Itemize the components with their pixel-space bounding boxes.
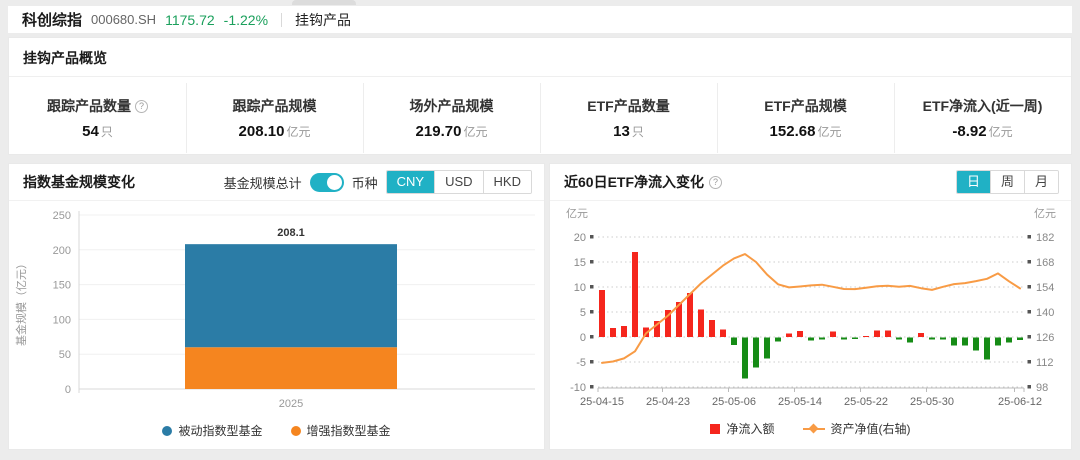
- currency-label: 币种: [352, 173, 378, 192]
- svg-text:154: 154: [1036, 282, 1054, 294]
- svg-text:25-05-22: 25-05-22: [844, 396, 888, 408]
- header-divider: [281, 13, 282, 27]
- currency-hkd-button[interactable]: HKD: [483, 171, 531, 193]
- legend-net-inflow[interactable]: 净流入额: [710, 420, 774, 437]
- help-icon[interactable]: ?: [709, 176, 722, 189]
- stat-etf-scale: ETF产品规模 152.68亿元: [717, 79, 894, 157]
- toggle-knob: [327, 175, 342, 190]
- svg-text:208.1: 208.1: [277, 227, 305, 239]
- right-chart-title: 近60日ETF净流入变化: [564, 172, 704, 192]
- svg-text:亿元: 亿元: [1034, 207, 1056, 220]
- stat-etf-count: ETF产品数量 13只: [540, 79, 717, 157]
- period-month-button[interactable]: 月: [1024, 171, 1058, 193]
- overview-title: 挂钩产品概览: [9, 38, 1071, 76]
- period-week-button[interactable]: 周: [990, 171, 1024, 193]
- currency-usd-button[interactable]: USD: [434, 171, 482, 193]
- period-switcher: 日 周 月: [956, 170, 1059, 194]
- left-chart-legend: 被动指数型基金 增强指数型基金: [9, 422, 544, 439]
- linked-products-overview-panel: 挂钩产品概览 跟踪产品数量? 54只 跟踪产品规模 208.10亿元 场外产品规…: [8, 37, 1072, 155]
- svg-text:98: 98: [1036, 382, 1048, 394]
- svg-text:25-05-06: 25-05-06: [712, 396, 756, 408]
- etf-net-inflow-chart: 亿元 亿元 20 15 10 5 0 -5 -10 182 168 154 140 126 112 98 25-…: [550, 201, 1071, 413]
- divider: [9, 76, 1071, 77]
- svg-text:250: 250: [53, 210, 71, 222]
- currency-switcher: CNY USD HKD: [386, 170, 532, 194]
- svg-text:10: 10: [574, 282, 586, 294]
- svg-text:112: 112: [1036, 357, 1054, 369]
- stat-etf-net-inflow-week: ETF净流入(近一周) -8.92亿元: [894, 79, 1071, 157]
- index-change: -1.22%: [224, 12, 268, 28]
- legend-passive-index-fund[interactable]: 被动指数型基金: [162, 422, 262, 439]
- help-icon[interactable]: ?: [135, 100, 148, 113]
- legend-dot-blue: [162, 426, 172, 436]
- svg-text:126: 126: [1036, 332, 1054, 344]
- index-name: 科创综指: [22, 9, 82, 30]
- svg-text:20: 20: [574, 232, 586, 244]
- legend-dot-orange: [291, 426, 301, 436]
- legend-nav-right-axis[interactable]: 资产净值(右轴): [803, 420, 911, 437]
- etf-net-inflow-panel: 近60日ETF净流入变化 ? 日 周 月 亿元 亿元 20 15 10 5 0 -5 -10 18…: [549, 163, 1072, 450]
- legend-enhanced-index-fund[interactable]: 增强指数型基金: [291, 422, 391, 439]
- svg-text:基金规模（亿元）: 基金规模（亿元）: [14, 258, 28, 346]
- svg-text:25-04-23: 25-04-23: [646, 396, 690, 408]
- svg-text:140: 140: [1036, 307, 1054, 319]
- svg-text:25-05-14: 25-05-14: [778, 396, 822, 408]
- stat-otc-product-scale: 场外产品规模 219.70亿元: [363, 79, 540, 157]
- svg-text:100: 100: [53, 314, 71, 326]
- svg-text:150: 150: [53, 280, 71, 292]
- svg-text:-5: -5: [576, 357, 586, 369]
- fund-scale-total-toggle[interactable]: [310, 173, 344, 192]
- index-code: 000680.SH: [91, 12, 156, 27]
- right-chart-legend: 净流入额 资产净值(右轴): [550, 420, 1071, 437]
- stat-tracking-product-scale: 跟踪产品规模 208.10亿元: [186, 79, 363, 157]
- svg-text:200: 200: [53, 245, 71, 257]
- index-price: 1175.72: [165, 12, 215, 28]
- currency-cny-button[interactable]: CNY: [387, 171, 434, 193]
- stat-tracking-product-count: 跟踪产品数量? 54只: [9, 79, 186, 157]
- svg-text:50: 50: [59, 349, 71, 361]
- svg-text:25-06-12: 25-06-12: [998, 396, 1042, 408]
- svg-text:25-05-30: 25-05-30: [910, 396, 954, 408]
- svg-text:25-04-15: 25-04-15: [580, 396, 624, 408]
- legend-line-diamond-marker: [803, 424, 825, 434]
- stats-row: 跟踪产品数量? 54只 跟踪产品规模 208.10亿元 场外产品规模 219.7…: [9, 79, 1071, 157]
- svg-text:2025: 2025: [279, 398, 303, 410]
- svg-text:-10: -10: [570, 382, 586, 394]
- period-day-button[interactable]: 日: [957, 171, 990, 193]
- tab-linked-products[interactable]: 挂钩产品: [295, 10, 351, 30]
- svg-text:182: 182: [1036, 232, 1054, 244]
- svg-text:亿元: 亿元: [566, 207, 588, 220]
- svg-text:5: 5: [580, 307, 586, 319]
- legend-square-red: [710, 424, 720, 434]
- index-fund-scale-panel: 指数基金规模变化 基金规模总计 币种 CNY USD HKD 0 50 100 150…: [8, 163, 545, 450]
- index-fund-scale-chart: 0 50 100 150 200 250 基金规模（亿元） 208.1 2025: [9, 201, 544, 415]
- svg-text:0: 0: [65, 384, 71, 396]
- index-header: 科创综指 000680.SH 1175.72 -1.22% 挂钩产品: [8, 6, 1072, 33]
- left-chart-title: 指数基金规模变化: [23, 172, 135, 192]
- svg-text:15: 15: [574, 257, 586, 269]
- svg-text:0: 0: [580, 332, 586, 344]
- browser-tab-artifact: [292, 0, 356, 5]
- svg-text:168: 168: [1036, 257, 1054, 269]
- fund-scale-total-label: 基金规模总计: [224, 173, 302, 192]
